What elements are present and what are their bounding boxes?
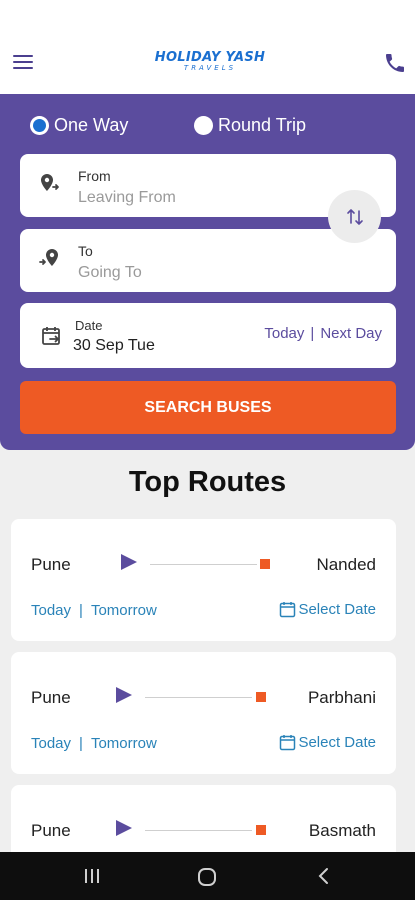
route-start-icon (116, 687, 132, 703)
back-icon[interactable] (314, 866, 338, 888)
route-tomorrow-link[interactable]: Tomorrow (91, 602, 157, 619)
round-trip-radio[interactable]: Round Trip (194, 115, 306, 136)
app-header: HOLIDAY YASH TRAVELS (0, 0, 415, 94)
calendar-icon (280, 602, 296, 618)
location-arrive-icon (38, 247, 62, 271)
route-quick-dates: Today | Tomorrow (31, 735, 157, 752)
one-way-radio[interactable]: One Way (30, 115, 128, 136)
date-quick-select: Today | Next Day (264, 325, 382, 342)
date-field[interactable]: Date 30 Sep Tue Today | Next Day (20, 303, 396, 368)
top-routes-title: Top Routes (128, 466, 287, 498)
date-separator: | (310, 325, 315, 342)
swap-locations-button[interactable] (328, 190, 381, 243)
date-value: 30 Sep Tue (73, 337, 155, 354)
route-line (145, 830, 252, 831)
calendar-icon (280, 735, 296, 751)
radio-unchecked-icon (194, 116, 213, 135)
route-select-date-button[interactable]: Select Date (279, 734, 376, 751)
calendar-arrow-icon (40, 324, 64, 348)
route-tomorrow-link[interactable]: Tomorrow (91, 735, 157, 752)
route-today-link[interactable]: Today (31, 602, 71, 619)
route-end-icon (256, 825, 266, 835)
search-buses-button[interactable]: SEARCH BUSES (20, 381, 396, 434)
route-line (150, 564, 257, 565)
route-quick-dates: Today | Tomorrow (31, 602, 157, 619)
route-origin: Pune (31, 821, 71, 840)
route-start-icon (121, 554, 137, 570)
one-way-label: One Way (54, 115, 129, 135)
round-trip-label: Round Trip (218, 115, 307, 135)
home-icon[interactable] (196, 866, 220, 888)
route-end-icon (256, 692, 266, 702)
date-label: Date (75, 318, 103, 333)
select-date-label: Select Date (298, 734, 376, 751)
route-today-link[interactable]: Today (31, 735, 71, 752)
from-input[interactable]: Leaving From (78, 189, 176, 207)
location-depart-icon (38, 172, 62, 196)
today-link[interactable]: Today (264, 325, 304, 342)
to-label: To (78, 243, 93, 259)
route-end-icon (260, 559, 270, 569)
hamburger-menu-icon[interactable] (13, 55, 33, 71)
route-destination: Parbhani (307, 688, 376, 707)
system-navigation-bar (0, 852, 415, 900)
swap-icon (346, 208, 363, 225)
route-link-separator: | (79, 602, 83, 619)
logo-main-text: HOLIDAY YASH (154, 50, 266, 65)
route-card[interactable]: Pune Parbhani Today | Tomorrow Select Date (11, 652, 396, 774)
logo-sub-text: TRAVELS (183, 64, 237, 72)
route-origin: Pune (31, 688, 71, 707)
to-input[interactable]: Going To (78, 264, 142, 282)
route-card[interactable]: Pune Nanded Today | Tomorrow Select Date (11, 519, 396, 641)
route-destination: Basmath (308, 821, 376, 840)
phone-icon[interactable] (383, 51, 407, 75)
search-panel: One Way Round Trip From Leaving From To … (0, 94, 415, 450)
select-date-label: Select Date (298, 601, 376, 618)
next-day-link[interactable]: Next Day (320, 325, 382, 342)
radio-checked-icon (30, 116, 49, 135)
route-destination: Nanded (316, 555, 376, 574)
recent-apps-icon[interactable] (82, 866, 106, 888)
route-line (145, 697, 252, 698)
route-origin: Pune (31, 555, 71, 574)
brand-logo: HOLIDAY YASH TRAVELS (150, 50, 270, 72)
route-link-separator: | (79, 735, 83, 752)
from-label: From (78, 168, 111, 184)
route-select-date-button[interactable]: Select Date (279, 601, 376, 618)
route-start-icon (116, 820, 132, 836)
